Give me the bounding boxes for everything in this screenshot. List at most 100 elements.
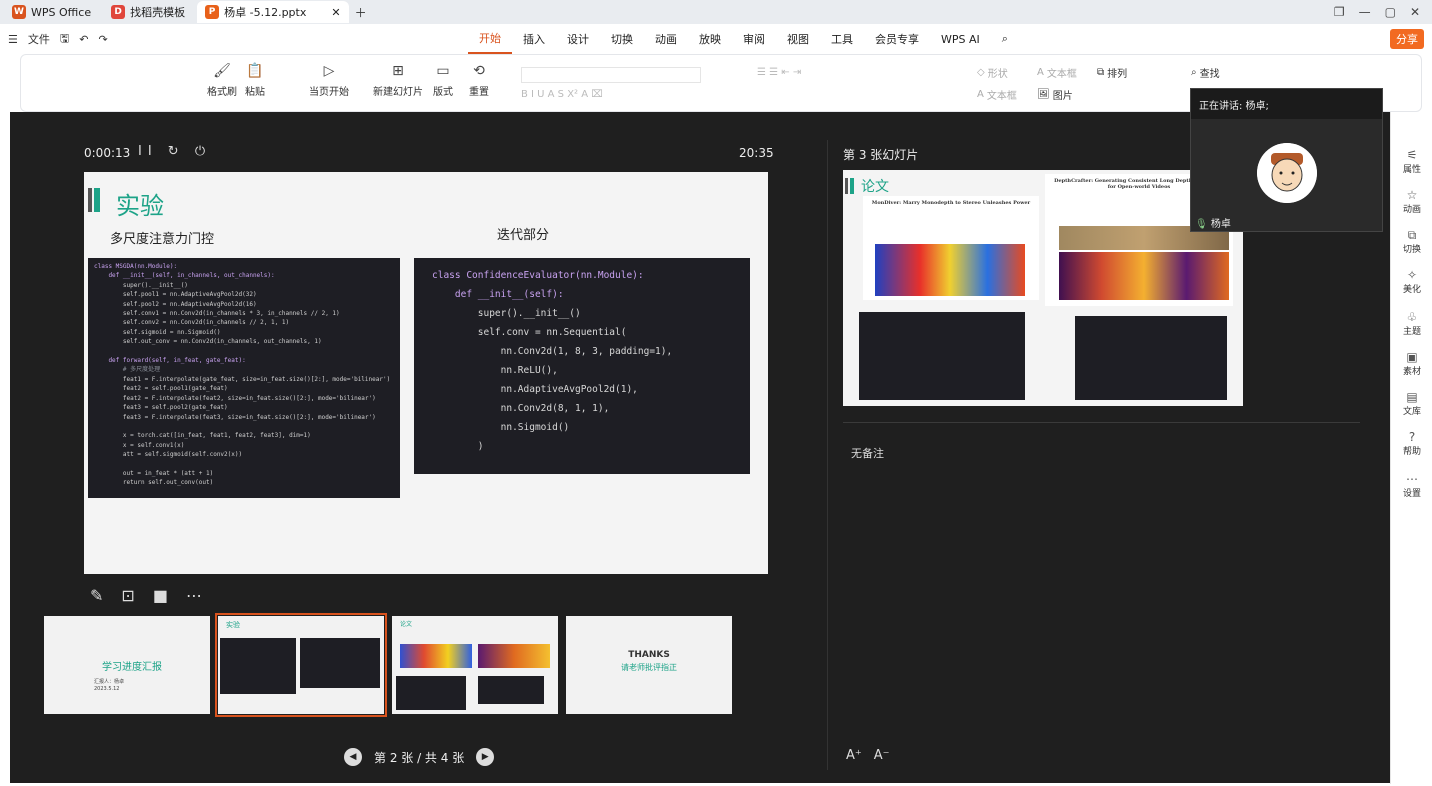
from-current-button[interactable]: ▷ 当页开始 <box>309 63 349 98</box>
thumbnail-slide-2[interactable]: 实验 <box>215 613 387 717</box>
sidebar-item-theme[interactable]: ♧ 主题 <box>1391 310 1432 337</box>
tab-review[interactable]: 审阅 <box>732 24 776 54</box>
tab-slideshow[interactable]: 放映 <box>688 24 732 54</box>
layout-button[interactable]: ▭ 版式 <box>433 63 453 98</box>
window-icon[interactable]: ❐ <box>1334 5 1345 19</box>
textbox-button[interactable]: A 文本框 <box>1037 65 1077 80</box>
slide-tools: ✎ ⊡ ■ ⋯ <box>90 586 202 605</box>
prev-slide-icon[interactable]: ◀ <box>344 748 362 766</box>
label: 主题 <box>1402 327 1421 337</box>
file-menu[interactable]: 文件 <box>28 31 50 47</box>
sidebar-item-materials[interactable]: ▣ 素材 <box>1391 350 1432 377</box>
format-painter-button[interactable]: 🖌 格式刷 <box>207 63 237 98</box>
code-line: ) <box>432 441 484 452</box>
new-slide-button[interactable]: ⊞ 新建幻灯片 <box>373 63 423 98</box>
thumb-text: 请老师批评指正 <box>621 663 677 672</box>
wps-logo-icon: W <box>12 5 26 19</box>
tab-member[interactable]: 会员专享 <box>864 24 930 54</box>
tab-animation[interactable]: 动画 <box>644 24 688 54</box>
font-decrease-icon[interactable]: A⁻ <box>874 748 890 763</box>
label: 文本框 <box>986 91 1017 102</box>
add-tab-icon[interactable]: ＋ <box>355 4 367 21</box>
sidebar-item-properties[interactable]: ⚟ 属性 <box>1391 148 1432 175</box>
code-line: nn.Sigmoid() <box>432 422 570 433</box>
arrange-button[interactable]: ⧉ 排列 <box>1097 65 1127 80</box>
menu-icon[interactable]: ☰ <box>8 33 18 46</box>
save-icon[interactable]: 🖫 <box>60 30 69 49</box>
tab-view[interactable]: 视图 <box>776 24 820 54</box>
thumb-title: THANKS <box>628 650 670 660</box>
label: 设置 <box>1402 489 1421 499</box>
tab-wps-ai[interactable]: WPS AI <box>930 24 991 54</box>
font-format-group: B I U A S X² A ⌧ <box>521 89 603 100</box>
panel-divider <box>827 140 828 770</box>
paste-button[interactable]: 📋 粘贴 <box>245 63 265 98</box>
tab-insert[interactable]: 插入 <box>512 24 556 54</box>
code-line: def __init__(self): <box>432 289 564 300</box>
label: 粘贴 <box>245 87 265 98</box>
code-line: feat3 = self.pool2(gate_feat) <box>94 404 228 412</box>
share-button[interactable]: 分享 <box>1390 29 1424 49</box>
thumbnail-slide-1[interactable]: 学习进度汇报 汇报人：杨卓 2023.5.12 <box>44 616 210 714</box>
clipboard-icon: 📋 <box>246 63 264 79</box>
camera-icon[interactable]: ■ <box>153 586 168 605</box>
code-line: self.conv = nn.Sequential( <box>432 327 627 338</box>
zoom-icon[interactable]: ⊡ <box>121 586 134 605</box>
thumb-code <box>396 676 466 710</box>
font-select[interactable] <box>521 67 701 83</box>
image-icon: ▣ <box>1406 350 1418 364</box>
code-line: feat1 = F.interpolate(gate_feat, size=in… <box>94 375 391 383</box>
label: 查找 <box>1199 69 1220 80</box>
search-icon[interactable]: ⌕ <box>991 24 1019 54</box>
more-icon[interactable]: ⋯ <box>186 586 202 605</box>
tab-label: WPS Office <box>31 5 92 19</box>
label: 当页开始 <box>309 87 349 98</box>
code-line: feat2 = self.pool1(gate_feat) <box>94 385 228 393</box>
tab-wps-office[interactable]: W WPS Office <box>4 1 99 23</box>
tab-pptx[interactable]: P 杨卓 -5.12.pptx ✕ <box>197 1 349 23</box>
thumb-image <box>478 644 550 668</box>
code-line: self.pool1 = nn.AdaptiveAvgPool2d(32) <box>94 291 257 299</box>
sidebar-item-animation[interactable]: ☆ 动画 <box>1391 188 1432 215</box>
code-line: self.pool2 = nn.AdaptiveAvgPool2d(16) <box>94 300 257 308</box>
font-increase-icon[interactable]: A⁺ <box>846 748 862 763</box>
thumbnail-slide-3[interactable]: 论文 <box>392 616 558 714</box>
next-slide-icon[interactable]: ▶ <box>476 748 495 766</box>
sidebar-item-settings[interactable]: ⋯ 设置 <box>1391 472 1432 499</box>
tab-design[interactable]: 设计 <box>556 24 600 54</box>
timer-controls[interactable]: II ↻ ⏻ <box>138 144 211 159</box>
sidebar-item-help[interactable]: ? 帮助 <box>1391 430 1432 457</box>
picture-button[interactable]: 🖼 图片 <box>1037 87 1073 102</box>
pen-icon[interactable]: ✎ <box>90 586 103 605</box>
label: 素材 <box>1402 367 1421 377</box>
find-button[interactable]: ⌕ 查找 <box>1191 65 1220 80</box>
tab-transition[interactable]: 切换 <box>600 24 644 54</box>
shape-button[interactable]: ◇ 形状 <box>977 65 1008 80</box>
right-sidebar: ⚟ 属性 ☆ 动画 ⧉ 切换 ✧ 美化 ♧ 主题 ▣ 素材 ▤ 文库 ? 帮助 ⋯ 设置 <box>1390 112 1432 784</box>
minimize-icon[interactable]: — <box>1359 5 1371 19</box>
label: 切换 <box>1402 245 1421 255</box>
sidebar-item-transition[interactable]: ⧉ 切换 <box>1391 228 1432 255</box>
label: 图片 <box>1052 91 1073 102</box>
label: 帮助 <box>1402 447 1421 457</box>
notes-font-controls: A⁺ A⁻ <box>846 748 890 763</box>
left-heading: 多尺度注意力门控 <box>110 232 215 247</box>
code-line: att = self.sigmoid(self.conv2(x)) <box>94 451 243 459</box>
thumbnail-slide-4[interactable]: THANKS 请老师批评指正 <box>566 616 732 714</box>
maximize-icon[interactable]: ▢ <box>1385 5 1396 19</box>
tab-home[interactable]: 开始 <box>468 24 512 54</box>
code-line: nn.Conv2d(8, 1, 1), <box>432 403 610 414</box>
reset-button[interactable]: ⟲ 重置 <box>469 63 489 98</box>
redo-icon[interactable]: ↷ <box>98 33 107 46</box>
close-window-icon[interactable]: ✕ <box>1410 5 1420 19</box>
sidebar-item-beautify[interactable]: ✧ 美化 <box>1391 268 1432 295</box>
undo-icon[interactable]: ↶ <box>79 33 88 46</box>
label: 形状 <box>987 69 1008 80</box>
sidebar-item-library[interactable]: ▤ 文库 <box>1391 390 1432 417</box>
tab-template[interactable]: D 找稻壳模板 <box>103 1 193 23</box>
right-heading: 迭代部分 <box>497 228 550 243</box>
tab-tools[interactable]: 工具 <box>820 24 864 54</box>
close-icon[interactable]: ✕ <box>331 6 340 19</box>
code-line: return self.out_conv(out) <box>94 479 214 487</box>
textbox2-button[interactable]: A 文本框 <box>977 87 1017 102</box>
